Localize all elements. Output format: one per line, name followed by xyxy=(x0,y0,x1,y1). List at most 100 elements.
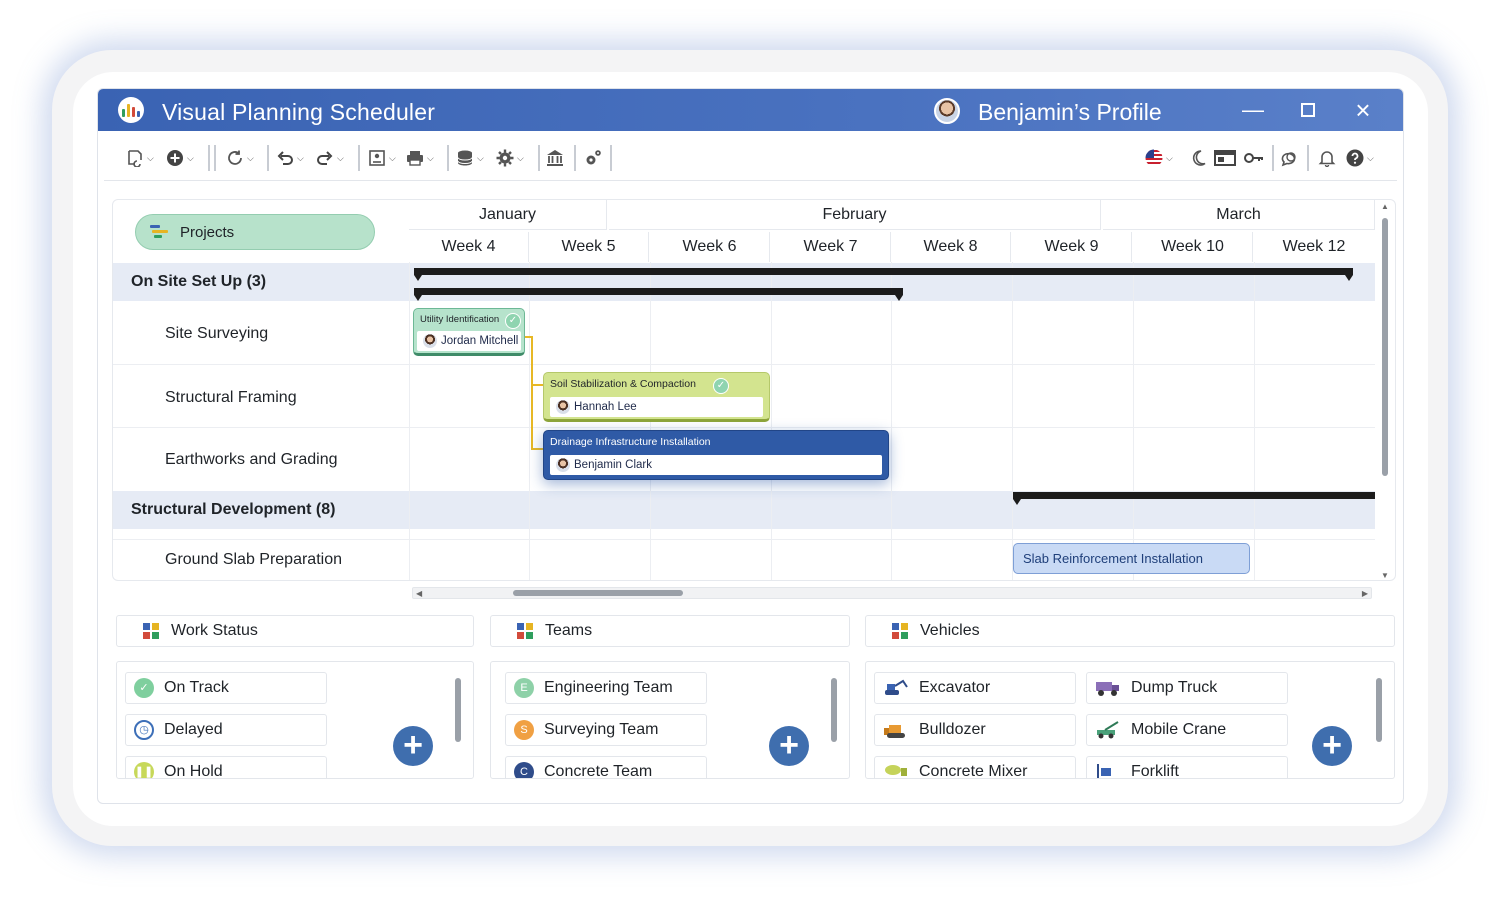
team-concrete[interactable]: C Concrete Team xyxy=(505,756,707,778)
profile-name[interactable]: Benjamin’s Profile xyxy=(978,99,1162,126)
contact-card-icon xyxy=(369,150,385,166)
chip-label: Delayed xyxy=(164,721,223,738)
toolbar-separator xyxy=(447,145,449,171)
contact-card-button[interactable]: ⌵ xyxy=(368,147,396,169)
key-button[interactable] xyxy=(1244,147,1264,169)
vehicle-bulldozer[interactable]: Bulldozer xyxy=(874,714,1076,746)
profile-avatar[interactable] xyxy=(934,98,960,124)
refresh-button[interactable]: ⌵ xyxy=(226,147,254,169)
task-drainage-infrastructure[interactable]: Drainage Infrastructure Installation Ben… xyxy=(543,430,889,480)
dark-mode-toggle[interactable] xyxy=(1189,147,1207,169)
panel-scrollbar[interactable] xyxy=(453,668,463,776)
vehicle-excavator[interactable]: Excavator xyxy=(874,672,1076,704)
team-surveying[interactable]: S Surveying Team xyxy=(505,714,707,746)
week-header-cell: Week 12 xyxy=(1282,238,1346,255)
group-label-on-site[interactable]: On Site Set Up (3) xyxy=(131,273,266,291)
help-button[interactable]: ⌵ xyxy=(1346,147,1374,169)
minimize-button[interactable]: — xyxy=(1238,97,1268,123)
dependency-connector xyxy=(531,336,533,450)
month-february: February xyxy=(609,200,1101,230)
scrollbar-thumb[interactable] xyxy=(513,590,683,596)
dump-truck-icon xyxy=(1096,682,1119,696)
week-header: Week 4 Week 5 Week 6 Week 7 Week 8 Week … xyxy=(409,232,1375,262)
task-slab-reinforcement[interactable]: Slab Reinforcement Installation xyxy=(1013,543,1250,574)
scrollbar-thumb[interactable] xyxy=(455,678,461,742)
row-label: Site Surveying xyxy=(165,325,269,342)
grid-line xyxy=(891,262,892,580)
task-title: Slab Reinforcement Installation xyxy=(1023,551,1203,566)
panel-title: Teams xyxy=(545,622,593,639)
undo-button[interactable]: ⌵ xyxy=(276,147,304,169)
vehicle-mobile-crane[interactable]: Mobile Crane xyxy=(1086,714,1288,746)
chip-label: Surveying Team xyxy=(544,721,659,738)
notifications-button[interactable] xyxy=(1318,147,1336,169)
scrollbar-thumb[interactable] xyxy=(831,678,837,742)
settings-gear-icon xyxy=(496,149,514,167)
status-on-track[interactable]: ✓ On Track xyxy=(125,672,327,704)
app-logo-icon xyxy=(118,97,144,123)
panel-scrollbar[interactable] xyxy=(1374,668,1384,776)
vehicle-dump-truck[interactable]: Dump Truck xyxy=(1086,672,1288,704)
database-button[interactable]: ⌵ xyxy=(456,147,484,169)
vehicle-forklift[interactable]: Forklift xyxy=(1086,756,1288,778)
scroll-right-icon[interactable]: ▶ xyxy=(1362,589,1368,598)
add-vehicle-button[interactable]: + xyxy=(1312,726,1352,766)
close-button[interactable]: × xyxy=(1348,97,1378,123)
advanced-settings-button[interactable] xyxy=(584,147,602,169)
sync-file-icon xyxy=(128,150,142,167)
task-assignee: Hannah Lee xyxy=(550,397,763,417)
grid-line xyxy=(1012,262,1013,580)
chip-label: Engineering Team xyxy=(544,679,673,696)
scroll-down-icon[interactable]: ▼ xyxy=(1381,571,1389,580)
week-header-cell: Week 7 xyxy=(771,232,891,262)
redo-button[interactable]: ⌵ xyxy=(316,147,344,169)
key-icon xyxy=(1244,153,1263,163)
sync-file-button[interactable]: ⌵ xyxy=(126,147,154,169)
refresh-icon xyxy=(228,150,242,165)
language-button[interactable]: ⌵ xyxy=(1145,147,1173,169)
toolbar-separator xyxy=(1272,145,1274,171)
maximize-button[interactable] xyxy=(1293,97,1323,123)
chip-label: Concrete Mixer xyxy=(919,763,1028,779)
avatar xyxy=(556,458,570,472)
add-team-button[interactable]: + xyxy=(769,726,809,766)
vehicle-concrete-mixer[interactable]: Concrete Mixer xyxy=(874,756,1076,779)
week-header-cell: Week 9 xyxy=(1012,232,1132,262)
institution-button[interactable] xyxy=(546,147,564,169)
row-label: Structural Framing xyxy=(165,389,297,406)
projects-button[interactable]: Projects xyxy=(135,214,375,250)
projects-icon xyxy=(150,225,168,239)
scroll-up-icon[interactable]: ▲ xyxy=(1381,202,1389,211)
gantt-chart: Projects January February March Week 4 W… xyxy=(112,199,1396,581)
status-delayed[interactable]: ◷ Delayed xyxy=(125,714,327,746)
on-track-check-icon: ✓ xyxy=(505,313,521,329)
team-engineering[interactable]: E Engineering Team xyxy=(505,672,707,704)
task-title: Drainage Infrastructure Installation xyxy=(550,436,711,448)
us-flag-icon xyxy=(1145,149,1163,167)
add-button[interactable]: ⌵ xyxy=(166,147,194,169)
window-layout-button[interactable] xyxy=(1214,147,1236,169)
week-header-cell: Week 10 xyxy=(1133,232,1253,262)
vertical-scrollbar[interactable]: ▲ ▼ xyxy=(1379,202,1391,580)
maximize-icon xyxy=(1301,103,1315,117)
chip-label: On Hold xyxy=(164,763,223,779)
status-on-hold[interactable]: ❚❚ On Hold xyxy=(125,756,327,779)
avatar xyxy=(556,400,570,414)
print-button[interactable]: ⌵ xyxy=(406,147,434,169)
chip-label: On Track xyxy=(164,679,229,696)
panel-scrollbar[interactable] xyxy=(829,668,839,776)
scrollbar-thumb[interactable] xyxy=(1382,218,1388,476)
group-label-structural[interactable]: Structural Development (8) xyxy=(131,501,335,519)
dependency-connector xyxy=(531,448,543,450)
task-utility-identification[interactable]: Utility Identification ✓ Jordan Mitchell xyxy=(413,308,525,356)
settings-button[interactable]: ⌵ xyxy=(496,147,524,169)
task-soil-stabilization[interactable]: Soil Stabilization & Compaction ✓ Hannah… xyxy=(543,372,770,422)
scrollbar-thumb[interactable] xyxy=(1376,678,1382,742)
grid-icon xyxy=(892,623,908,639)
teams-header: Teams xyxy=(490,615,850,647)
add-status-button[interactable]: + xyxy=(393,726,433,766)
on-track-check-icon: ✓ xyxy=(713,378,729,394)
chat-button[interactable] xyxy=(1281,147,1299,169)
horizontal-scrollbar[interactable]: ◀ ▶ xyxy=(412,587,1372,599)
scroll-left-icon[interactable]: ◀ xyxy=(416,589,422,598)
